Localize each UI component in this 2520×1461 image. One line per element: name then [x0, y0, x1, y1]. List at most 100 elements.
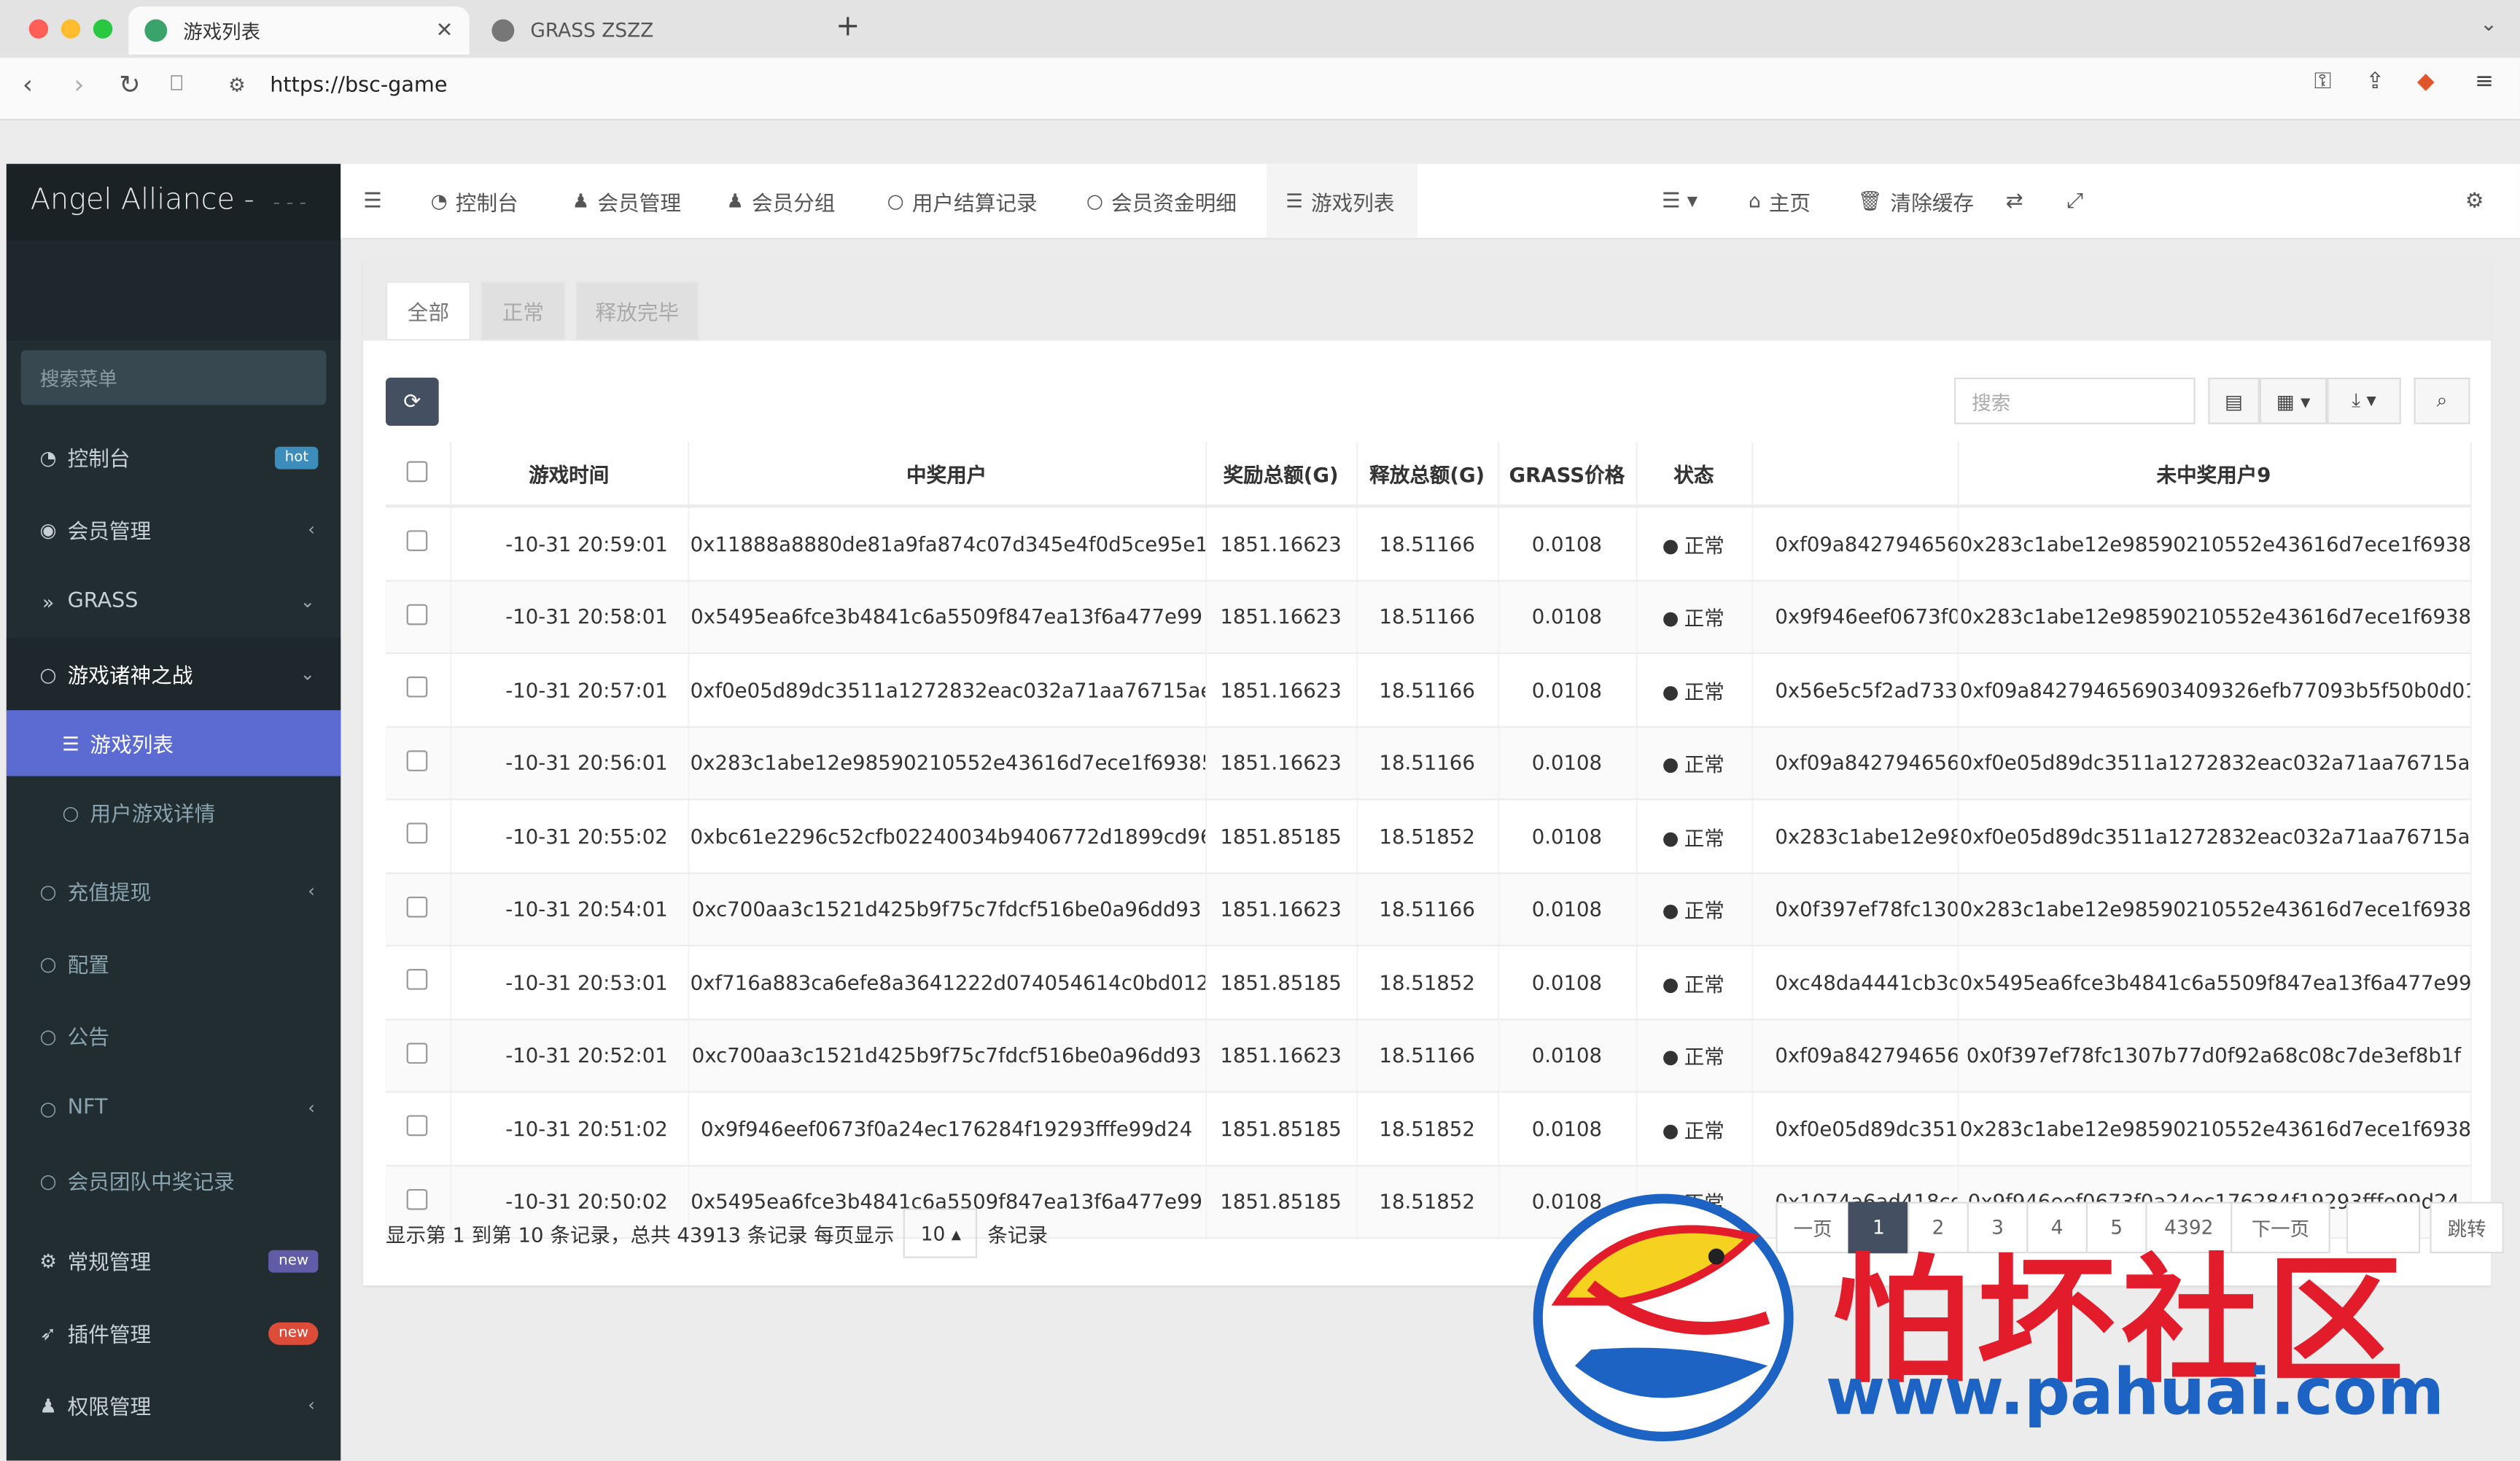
brand-logo[interactable]: Angel Alliance - - - -: [6, 163, 341, 241]
sidebar-item-game-list[interactable]: ☰ 游戏列表: [6, 710, 341, 776]
row-checkbox[interactable]: [407, 1188, 428, 1210]
row-checkbox-cell[interactable]: [385, 506, 451, 581]
column-header-clipped[interactable]: [1751, 442, 1959, 508]
brave-shield-icon[interactable]: ◆: [2417, 69, 2435, 95]
row-checkbox-cell[interactable]: [385, 580, 451, 655]
table-row[interactable]: -10-31 20:57:01 0xf0e05d89dc3511a1272832e…: [385, 652, 2471, 728]
sidebar-item-team-prize-records[interactable]: ○ 会员团队中奖记录: [7, 1144, 341, 1216]
loser-clipped-cell: 0xf09a84279465690: [1751, 1018, 1959, 1093]
row-checkbox[interactable]: [407, 530, 428, 552]
row-checkbox-cell[interactable]: [385, 1018, 451, 1093]
select-all-checkbox-cell[interactable]: [385, 442, 451, 508]
sidebar-item-permission-management[interactable]: ♟ 权限管理 ‹: [7, 1369, 341, 1441]
row-checkbox[interactable]: [407, 749, 428, 771]
menu-search-input[interactable]: 搜索菜单 ⌕: [20, 350, 327, 405]
browser-tab-active[interactable]: 游戏列表 ✕: [128, 6, 470, 55]
table-row[interactable]: -10-31 20:52:01 0xc700aa3c1521d425b9f75c7…: [385, 1018, 2471, 1093]
close-tab-icon[interactable]: ✕: [435, 18, 453, 42]
row-checkbox[interactable]: [407, 1042, 428, 1064]
sidebar-item-config[interactable]: ○ 配置: [7, 927, 341, 1000]
table-row[interactable]: -10-31 20:59:01 0x11888a8880de81a9fa874c0…: [385, 506, 2471, 581]
table-row[interactable]: -10-31 20:56:01 0x283c1abe12e98590210552e…: [385, 726, 2471, 800]
sidebar-toggle-icon[interactable]: ☰: [363, 164, 382, 238]
browser-menu-icon[interactable]: ≡: [2475, 69, 2494, 95]
table-row[interactable]: -10-31 20:51:02 0x9f946eef0673f0a24ec1762…: [385, 1091, 2471, 1166]
tab-list-chevron-icon[interactable]: ⌄: [2480, 13, 2497, 37]
columns-dropdown-button[interactable]: ▦ ▾: [2259, 377, 2328, 424]
row-checkbox-cell[interactable]: [385, 726, 451, 800]
maximize-window-icon[interactable]: [93, 19, 113, 39]
site-settings-icon[interactable]: ⚙: [228, 74, 246, 96]
column-header-loser9[interactable]: 未中奖用户9: [1957, 442, 2471, 508]
row-checkbox-cell[interactable]: [385, 1091, 451, 1166]
row-checkbox-cell[interactable]: [385, 872, 451, 947]
table-row[interactable]: -10-31 20:55:02 0xbc61e2296c52cfb02240034…: [385, 799, 2471, 873]
key-icon[interactable]: ⚿: [2314, 69, 2331, 95]
sidebar-item-nft[interactable]: ○ NFT ‹: [7, 1072, 341, 1144]
status-dot-icon: [1663, 1124, 1678, 1139]
table-row[interactable]: -10-31 20:53:01 0xf716a883ca6efe8a3641222…: [385, 946, 2471, 1020]
sidebar-item-member-management[interactable]: ◉ 会员管理 ‹: [7, 494, 341, 566]
settings-gears-icon[interactable]: ⚙: [2465, 164, 2484, 238]
sidebar-item-recharge-withdraw[interactable]: ○ 充值提现 ‹: [7, 855, 341, 927]
sidebar-item-user-game-detail[interactable]: ○ 用户游戏详情: [7, 776, 341, 849]
tab-menu-dropdown[interactable]: ☰ ▾: [1662, 164, 1698, 238]
browser-tab-inactive[interactable]: GRASS ZSZZ: [475, 7, 820, 55]
share-icon[interactable]: ⇪: [2365, 69, 2384, 95]
sidebar-item-game-gods-battle[interactable]: ○ 游戏诸神之战 ⌄: [6, 637, 341, 711]
clear-cache-button[interactable]: 🗑 清除缓存: [1858, 164, 1974, 238]
advanced-search-button[interactable]: ⌕: [2414, 377, 2470, 424]
tab-game-list[interactable]: ☰ 游戏列表: [1266, 163, 1418, 238]
row-checkbox-cell[interactable]: [385, 652, 451, 728]
close-window-icon[interactable]: [28, 19, 49, 39]
sidebar-item-dashboard[interactable]: ◔ 控制台 hot: [7, 421, 341, 493]
translate-icon[interactable]: ⇄: [2006, 164, 2023, 238]
table-search-input[interactable]: 搜索: [1954, 377, 2196, 424]
fullscreen-icon[interactable]: ⤢: [2066, 164, 2083, 238]
row-checkbox[interactable]: [407, 604, 428, 625]
select-all-checkbox[interactable]: [407, 460, 428, 482]
sidebar-item-grass[interactable]: » GRASS ⌄: [7, 566, 341, 638]
forward-icon[interactable]: ›: [74, 69, 84, 100]
toggle-view-button[interactable]: ▤: [2208, 377, 2260, 424]
column-header-grass-price[interactable]: GRASS价格: [1498, 442, 1637, 508]
table-row[interactable]: -10-31 20:58:01 0x5495ea6fce3b4841c6a5509…: [385, 580, 2471, 655]
filter-tab-normal[interactable]: 正常: [480, 281, 566, 341]
row-checkbox-cell[interactable]: [385, 946, 451, 1020]
dashboard-icon: ◔: [430, 190, 448, 212]
column-header-reward-total[interactable]: 奖励总额(G): [1205, 442, 1358, 508]
page-size-dropdown[interactable]: 10 ▴: [903, 1208, 979, 1258]
minimize-window-icon[interactable]: [61, 19, 81, 39]
row-checkbox[interactable]: [407, 677, 428, 698]
sidebar-item-general-management[interactable]: ⚙ 常规管理 new: [7, 1224, 341, 1296]
winner-cell: 0xbc61e2296c52cfb02240034b9406772d1899cd…: [688, 799, 1207, 873]
column-header-game-time[interactable]: 游戏时间: [450, 442, 689, 508]
reload-icon[interactable]: ↻: [119, 69, 141, 100]
column-header-winner[interactable]: 中奖用户: [688, 442, 1207, 508]
row-checkbox[interactable]: [407, 969, 428, 991]
tab-settlement-records[interactable]: ○ 用户结算记录: [887, 164, 1038, 238]
table-row[interactable]: -10-31 20:54:01 0xc700aa3c1521d425b9f75c7…: [385, 872, 2471, 947]
address-bar[interactable]: https://bsc-game: [270, 74, 447, 98]
column-header-status[interactable]: 状态: [1636, 442, 1753, 508]
row-checkbox[interactable]: [407, 1115, 428, 1137]
tab-fund-details[interactable]: ○ 会员资金明细: [1086, 164, 1237, 238]
back-icon[interactable]: ‹: [23, 69, 33, 100]
new-tab-icon[interactable]: +: [836, 9, 860, 43]
home-link[interactable]: ⌂ 主页: [1749, 164, 1811, 238]
search-icon[interactable]: ⌕: [40, 365, 307, 389]
refresh-button[interactable]: ⟳: [385, 377, 439, 426]
filter-tab-released[interactable]: 释放完毕: [575, 281, 699, 341]
row-checkbox-cell[interactable]: [385, 799, 451, 873]
sidebar-item-plugin-management[interactable]: ➶ 插件管理 new: [7, 1297, 341, 1369]
sidebar-item-announcement[interactable]: ○ 公告: [7, 1000, 341, 1072]
tab-member-group[interactable]: ♟ 会员分组: [726, 164, 835, 238]
bookmark-icon[interactable]: ⎕: [171, 72, 183, 96]
row-checkbox[interactable]: [407, 896, 428, 917]
export-dropdown-button[interactable]: ⤓ ▾: [2327, 377, 2401, 424]
column-header-release-total[interactable]: 释放总额(G): [1356, 442, 1499, 508]
row-checkbox[interactable]: [407, 822, 428, 844]
tab-member-management[interactable]: ♟ 会员管理: [572, 164, 681, 238]
filter-tab-all[interactable]: 全部: [385, 281, 471, 341]
tab-dashboard[interactable]: ◔ 控制台: [431, 164, 518, 238]
